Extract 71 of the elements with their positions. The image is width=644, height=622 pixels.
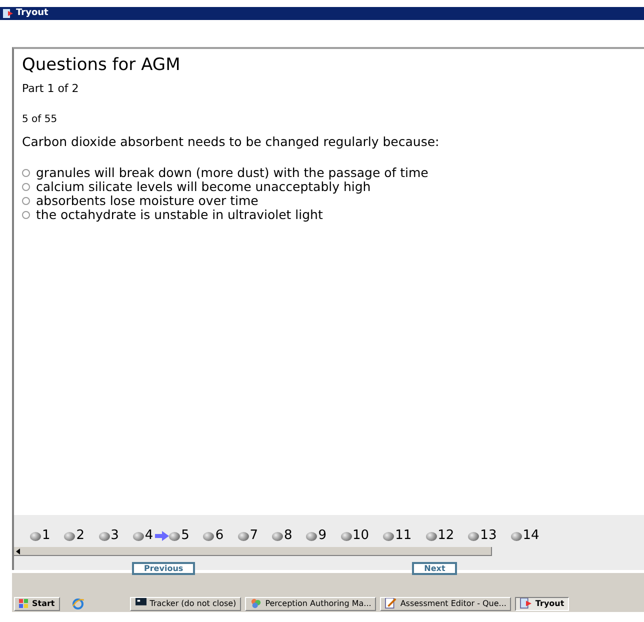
authoring-icon <box>250 598 262 609</box>
sphere-icon <box>340 532 352 540</box>
editor-icon <box>385 598 398 609</box>
tryout-icon <box>520 598 532 609</box>
question-number: 12 <box>438 527 454 546</box>
question-link[interactable]: 10 <box>340 525 370 547</box>
question-number: 7 <box>250 527 258 546</box>
windows-logo-icon <box>19 599 29 608</box>
question-number: 14 <box>522 527 540 546</box>
question-number: 4 <box>144 527 154 546</box>
taskbar-button[interactable]: Perception Authoring Ma... <box>245 596 376 610</box>
previous-button[interactable]: Previous <box>132 562 196 575</box>
choice-label[interactable]: calcium silicate levels will become unacceptably high <box>36 180 371 194</box>
question-number: 9 <box>318 527 327 546</box>
browser-icon[interactable] <box>72 598 84 610</box>
current-arrow-icon <box>155 531 170 541</box>
question-text: Carbon dioxide absorbent needs to be changed regularly because: <box>22 132 440 151</box>
sphere-icon <box>468 532 480 540</box>
question-number: 10 <box>352 527 370 546</box>
question-link[interactable]: 9 <box>306 525 327 547</box>
question-number: 3 <box>110 527 119 546</box>
window-title: Tryout <box>16 6 48 20</box>
assessment-title: Questions for AGM <box>22 55 182 76</box>
taskbar-button[interactable]: Assessment Editor - Que... <box>380 596 512 610</box>
next-button[interactable]: Next <box>412 562 458 575</box>
sphere-icon <box>30 532 41 540</box>
choice-label[interactable]: absorbents lose moisture over time <box>36 194 258 208</box>
sphere-icon <box>383 532 394 540</box>
sphere-icon <box>132 532 144 540</box>
question-link[interactable]: 14 <box>510 525 540 547</box>
question-link[interactable]: 2 <box>64 525 85 547</box>
start-button[interactable]: Start <box>14 596 60 610</box>
question-number: 2 <box>76 527 85 546</box>
sphere-icon <box>238 532 249 540</box>
app-icon <box>3 9 13 18</box>
question-link[interactable]: 5 <box>155 525 190 547</box>
sphere-icon <box>98 532 110 540</box>
question-link[interactable]: 13 <box>468 525 497 547</box>
question-number: 8 <box>284 527 292 546</box>
sphere-icon <box>306 532 318 540</box>
question-link[interactable]: 6 <box>203 525 224 547</box>
sphere-icon <box>426 532 437 540</box>
sphere-icon <box>272 532 283 540</box>
sphere-icon <box>203 532 214 540</box>
question-link[interactable]: 7 <box>238 525 258 547</box>
radio-button[interactable] <box>22 196 30 205</box>
sphere-icon <box>64 532 76 540</box>
question-number: 5 <box>181 527 190 546</box>
taskbar-button[interactable]: Tryout <box>515 596 570 610</box>
horizontal-scrollbar[interactable] <box>14 547 492 556</box>
radio-button[interactable] <box>22 210 30 219</box>
question-link[interactable]: 3 <box>98 525 119 547</box>
choice-label[interactable]: granules will break down (more dust) with the passage of time <box>36 166 428 180</box>
question-number: 6 <box>215 527 224 546</box>
question-link[interactable]: 11 <box>383 525 412 547</box>
sphere-icon <box>169 532 180 540</box>
sphere-icon <box>510 532 522 540</box>
question-link[interactable]: 8 <box>272 525 292 547</box>
question-counter: 5 of 55 <box>22 112 58 127</box>
question-number: 11 <box>395 527 412 546</box>
radio-button[interactable] <box>22 182 30 191</box>
question-number: 1 <box>42 527 50 546</box>
choice-label[interactable]: the octahydrate is unstable in ultraviolet light <box>36 208 323 222</box>
part-label: Part 1 of 2 <box>22 81 80 98</box>
question-link[interactable]: 4 <box>132 525 154 547</box>
radio-button[interactable] <box>22 168 30 177</box>
taskbar-button[interactable]: Tracker (do not close) <box>130 596 242 610</box>
question-link[interactable]: 12 <box>426 525 454 547</box>
question-number: 13 <box>480 527 497 546</box>
scroll-left-icon[interactable] <box>14 547 23 556</box>
question-link[interactable]: 1 <box>30 525 50 547</box>
